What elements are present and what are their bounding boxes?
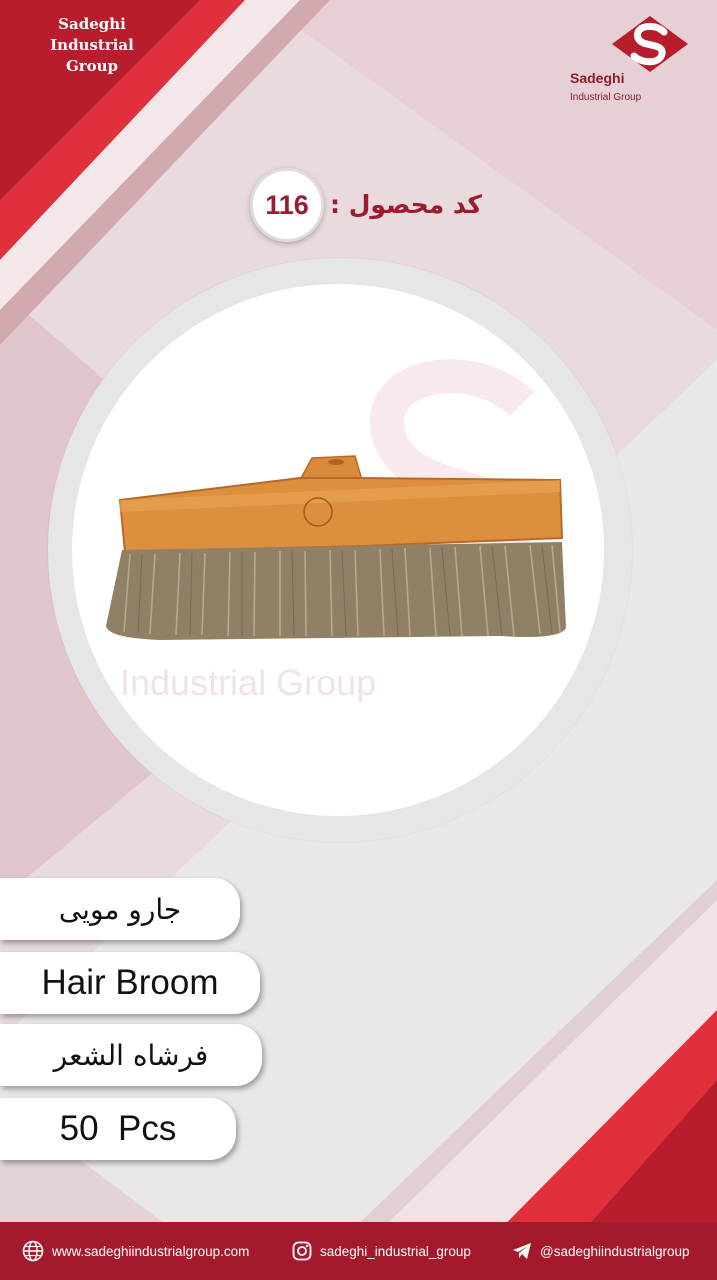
product-code: 116 [265,189,309,220]
hair-broom-image [106,455,566,640]
globe-icon [22,1240,44,1262]
product-name-english: Hair Broom [0,952,260,1014]
footer-website[interactable]: www.sadeghiindustrialgroup.com [22,1222,249,1280]
product-name-arabic-text: فرشاه الشعر [53,1038,209,1072]
product-quantity: 50 Pcs [0,1098,236,1160]
product-code-badge: 116 [250,168,324,242]
product-name-arabic: فرشاه الشعر [0,1024,262,1086]
brand-name-line1: Sadeghi [58,15,126,33]
instagram-link[interactable]: sadeghi_industrial_group [320,1244,471,1259]
watermark-text: Industrial Group [120,662,377,703]
product-name-english-text: Hair Broom [41,963,219,1002]
product-name-persian: جارو مویی [0,878,240,940]
footer-telegram[interactable]: @sadeghiindustrialgroup [512,1222,690,1280]
telegram-icon [513,1243,531,1259]
product-name-persian-text: جارو مویی [58,892,182,926]
instagram-icon [292,1241,312,1261]
website-link[interactable]: www.sadeghiindustrialgroup.com [52,1244,249,1259]
brand-name-line2: Industrial Group [50,36,134,75]
brand-name-top-left: Sadeghi Industrial Group [22,14,162,77]
logo-name: Sadeghi [570,70,625,86]
product-code-label: کد محصول : [330,190,482,219]
product-quantity-text: 50 Pcs [59,1109,177,1148]
telegram-link[interactable]: @sadeghiindustrialgroup [540,1244,690,1259]
sadeghi-logo-icon [612,16,688,72]
footer-instagram[interactable]: sadeghi_industrial_group [292,1222,471,1280]
logo-subtitle: Industrial Group [570,92,642,103]
footer-bar: www.sadeghiindustrialgroup.com sadeghi_i… [0,1222,717,1280]
